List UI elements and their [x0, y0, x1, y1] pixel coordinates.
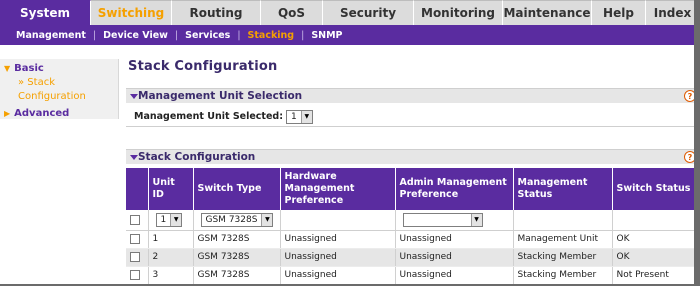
cell-hw-pref: Unassigned	[280, 266, 396, 284]
expanded-arrow-icon: ▼	[4, 64, 11, 73]
col-admin-pref: Admin Management Preference	[395, 168, 514, 210]
section-header-stack: Stack Configuration ?	[126, 149, 694, 165]
cell-mgmt-status: Stacking Member	[513, 266, 613, 284]
subnav-snmp[interactable]: SNMP	[311, 30, 342, 41]
cell-admin-pref: Unassigned	[395, 248, 514, 267]
subnav-management[interactable]: Management	[16, 30, 86, 41]
section-arrow-icon	[126, 150, 138, 165]
subnav-device-view[interactable]: Device View	[103, 30, 168, 41]
sidebar: ▼ Basic » Stack Configuration ▶ Advanced	[0, 55, 119, 284]
subnav-separator: |	[301, 29, 305, 41]
cell-switch-status: OK	[612, 248, 694, 267]
sidebar-basic-label: Basic	[14, 63, 44, 74]
subnav-separator: |	[174, 29, 179, 41]
col-mgmt-status: Management Status	[513, 168, 613, 210]
sub-navigation: Management | Device View | Services | St…	[0, 25, 694, 45]
tab-switching[interactable]: Switching	[91, 0, 172, 25]
cell-mgmt-status: Management Unit	[513, 230, 613, 249]
admin-pref-select[interactable]: ▼	[402, 212, 483, 227]
col-switch-status: Switch Status	[612, 168, 694, 210]
table-row: 2 GSM 7328S Unassigned Unassigned Stacki…	[126, 248, 694, 267]
cell-hw-pref: Unassigned	[280, 230, 396, 249]
col-switch-type: Switch Type	[193, 168, 281, 210]
tab-qos[interactable]: QoS	[261, 0, 323, 25]
subnav-stacking[interactable]: Stacking	[248, 30, 295, 41]
management-unit-row: Management Unit Selected: 1 ▼	[126, 107, 694, 127]
section-header-management: Management Unit Selection ?	[126, 88, 694, 104]
empty-cell	[612, 210, 694, 231]
subnav-services[interactable]: Services	[185, 30, 230, 41]
subnav-separator: |	[237, 29, 241, 41]
tab-index[interactable]: Index	[646, 0, 694, 25]
row-checkbox[interactable]	[130, 251, 140, 262]
col-unit-id: Unit ID	[148, 168, 194, 210]
empty-cell	[280, 210, 396, 231]
cell-switch-status: Not Present	[612, 266, 694, 284]
cell-admin-pref: Unassigned	[395, 230, 514, 249]
tab-security[interactable]: Security	[323, 0, 414, 25]
empty-cell	[513, 210, 613, 231]
cell-hw-pref: Unassigned	[280, 248, 396, 267]
stack-table: Unit ID Switch Type Hardware Management …	[126, 168, 694, 284]
cell-type: GSM 7328S	[193, 266, 281, 284]
cell-mgmt-status: Stacking Member	[513, 248, 613, 267]
nav-underbar	[0, 45, 694, 55]
sidebar-advanced-label: Advanced	[14, 108, 70, 119]
cell-type: GSM 7328S	[193, 230, 281, 249]
row-checkbox[interactable]	[130, 269, 140, 280]
tab-routing[interactable]: Routing	[172, 0, 261, 25]
sidebar-item-label: » Stack	[18, 77, 55, 88]
help-icon[interactable]: ?	[684, 90, 694, 102]
chevron-down-icon: ▼	[300, 110, 312, 123]
unit-id-select[interactable]: 1 ▼	[155, 212, 183, 227]
cell-unit: 3	[148, 266, 194, 284]
top-navigation: System Switching Routing QoS Security Mo…	[0, 0, 694, 25]
sidebar-menu: ▼ Basic » Stack Configuration ▶ Advanced	[0, 59, 119, 119]
cell-admin-pref: Unassigned	[395, 266, 514, 284]
tab-monitoring[interactable]: Monitoring	[414, 0, 503, 25]
sidebar-item-basic[interactable]: ▼ Basic	[4, 63, 114, 74]
select-all-header	[126, 168, 149, 210]
chevron-down-icon: ▼	[261, 213, 273, 226]
select-all-checkbox[interactable]	[130, 214, 140, 225]
select-value: GSM 7328S	[205, 214, 258, 225]
table-row: 1 GSM 7328S Unassigned Unassigned Manage…	[126, 230, 694, 249]
switch-type-select[interactable]: GSM 7328S ▼	[200, 212, 274, 227]
collapsed-arrow-icon: ▶	[4, 109, 11, 118]
select-value: 1	[160, 214, 167, 225]
management-unit-label: Management Unit Selected:	[134, 111, 284, 122]
section-arrow-icon	[126, 89, 138, 104]
main-content: Stack Configuration Management Unit Sele…	[119, 55, 694, 284]
col-hw-pref: Hardware Management Preference	[280, 168, 396, 210]
table-row: 3 GSM 7328S Unassigned Unassigned Stacki…	[126, 266, 694, 284]
subnav-separator: |	[92, 29, 97, 41]
table-header-row: Unit ID Switch Type Hardware Management …	[126, 168, 694, 210]
help-icon[interactable]: ?	[684, 151, 694, 163]
select-value: 1	[291, 111, 297, 122]
cell-switch-status: OK	[612, 230, 694, 249]
chevron-down-icon: ▼	[470, 213, 482, 226]
sidebar-item-advanced[interactable]: ▶ Advanced	[4, 108, 114, 119]
tab-maintenance[interactable]: Maintenance	[503, 0, 592, 25]
cell-unit: 2	[148, 248, 194, 267]
section-title: Stack Configuration	[138, 151, 256, 163]
app-frame: System Switching Routing QoS Security Mo…	[0, 0, 700, 286]
cell-type: GSM 7328S	[193, 248, 281, 267]
sidebar-item-label: Configuration	[18, 91, 86, 102]
section-title: Management Unit Selection	[138, 90, 303, 102]
edit-row: 1 ▼ GSM 7328S ▼ ▼	[126, 210, 694, 231]
tab-help[interactable]: Help	[592, 0, 646, 25]
management-unit-select[interactable]: 1 ▼	[286, 109, 313, 124]
cell-unit: 1	[148, 230, 194, 249]
sidebar-item-stack-configuration[interactable]: » Stack Configuration	[18, 76, 114, 104]
row-checkbox[interactable]	[130, 233, 140, 244]
page-title: Stack Configuration	[128, 59, 278, 74]
tab-system[interactable]: System	[0, 0, 91, 25]
chevron-down-icon: ▼	[170, 213, 182, 226]
